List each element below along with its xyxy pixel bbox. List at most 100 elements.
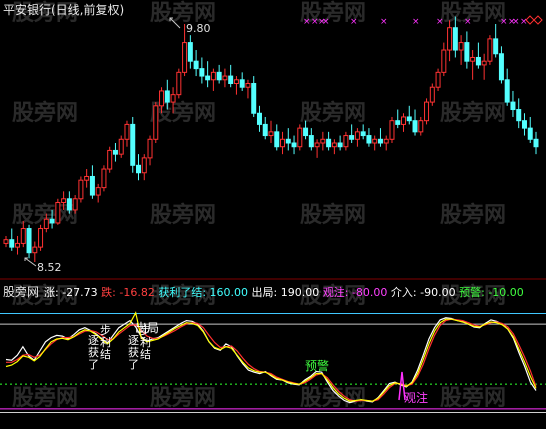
candle: [401, 113, 406, 132]
candle: [15, 235, 21, 255]
candle: [331, 139, 337, 155]
candle: [291, 135, 297, 155]
candle: [78, 176, 84, 203]
candle: [475, 42, 481, 69]
watch-marker-icon: ×: [436, 17, 444, 27]
watermark-text: 股旁网: [300, 202, 366, 228]
candle: [9, 228, 15, 251]
low-price-label: 8.52: [37, 261, 62, 274]
candle: [187, 35, 193, 69]
watermark-text: 股旁网: [12, 385, 78, 411]
candle: [95, 183, 101, 203]
indicator-item: 预警: -10.00: [456, 285, 524, 299]
indicator-item: 观注: -80.00: [319, 285, 387, 299]
high-price-label: 9.80: [186, 22, 211, 35]
candle: [377, 128, 383, 147]
candle: [326, 131, 332, 151]
indicator-item: 跌: -16.82: [98, 285, 155, 299]
watch-marker-icon: ×: [350, 17, 358, 27]
candle: [424, 98, 430, 125]
candle: [441, 42, 447, 77]
candle: [504, 68, 510, 106]
indicator-item: 出局: 190.00: [248, 285, 319, 299]
watermark-text: 股旁网: [300, 385, 366, 411]
watermark-text: 股旁网: [150, 202, 216, 228]
candle: [527, 116, 533, 143]
warning-annotation: 预警: [305, 358, 329, 373]
candle: [239, 72, 245, 91]
watermarks: 股旁网 股旁网 股旁网 股旁网股旁网 股旁网 股旁网 股旁网股旁网 股旁网 股旁网 股旁网股旁网股…: [12, 0, 506, 411]
candle: [216, 64, 222, 84]
candle: [262, 116, 268, 140]
candle: [268, 120, 274, 143]
candle: [233, 76, 239, 95]
candle: [66, 191, 72, 214]
indicator-values: 涨: -27.73 跌: -16.82 获利了结: 160.00 出局: 190…: [44, 285, 524, 299]
candle: [245, 79, 251, 99]
candle: [256, 105, 262, 132]
watch-annotation: 观注: [404, 390, 428, 405]
diamond-icon: [525, 15, 543, 25]
candle: [521, 113, 527, 136]
indicator-legend: 股旁网 涨: -27.73 跌: -16.82 获利了结: 160.00 出局:…: [3, 284, 524, 299]
watch-marker-icon: ×: [512, 17, 520, 27]
candle: [251, 76, 257, 117]
watch-marker-icon: ×: [303, 17, 311, 27]
candle: [406, 105, 412, 125]
candle: [354, 128, 360, 147]
price-panel: × × ×× × × × × × × ×× × 9.80 8.52 平安银行(日线,前复权): [3, 2, 543, 274]
candle: [38, 224, 44, 251]
candle: [360, 124, 366, 140]
candle: [141, 154, 147, 181]
candle: [280, 131, 286, 155]
candle: [210, 68, 216, 91]
watermark-text: 股旁网: [300, 100, 366, 126]
candle: [136, 154, 141, 181]
candle: [349, 124, 355, 143]
candle: [176, 68, 182, 99]
candle: [447, 20, 453, 62]
candle: [464, 31, 470, 69]
watermark-text: 股旁网: [440, 202, 506, 228]
candle: [84, 169, 90, 188]
candle: [285, 128, 291, 151]
exit-annotation: 出局: [135, 321, 159, 335]
watermark-text: 股旁网: [440, 385, 506, 411]
watch-marker-icon: ×: [520, 17, 528, 27]
candle: [193, 50, 199, 77]
watch-marker-icon: ×: [464, 17, 472, 27]
candle: [107, 146, 113, 173]
candle: [487, 35, 493, 65]
candle: [533, 131, 539, 155]
candle: [389, 116, 395, 143]
candle: [343, 131, 349, 151]
candle: [481, 53, 487, 80]
candle: [320, 131, 326, 151]
indicator-name: 股旁网: [3, 284, 39, 299]
low-price-marker: 8.52: [24, 257, 62, 274]
watch-marker-icon: ×: [380, 17, 388, 27]
watermark-text: 股旁网: [440, 100, 506, 126]
candle: [26, 224, 32, 259]
stock-chart: 股旁网 股旁网 股旁网 股旁网股旁网 股旁网 股旁网 股旁网股旁网 股旁网 股旁网 股旁网股旁网股…: [0, 0, 546, 413]
candle: [510, 90, 516, 117]
indicator-item: 介入: -90.00: [387, 286, 455, 299]
candle: [112, 143, 118, 162]
candle: [429, 83, 435, 106]
candle: [337, 135, 343, 151]
watch-marker-icon: ×: [500, 17, 508, 27]
indicator-item: 涨: -27.73: [44, 286, 98, 299]
candle: [435, 68, 441, 91]
candle: [101, 165, 107, 192]
candle: [228, 64, 234, 88]
candle: [55, 198, 61, 225]
watermark-text: 股旁网: [12, 100, 78, 126]
candle: [124, 120, 130, 147]
candle: [274, 124, 280, 151]
candle: [308, 128, 314, 151]
watch-marker-icon: ×: [412, 17, 420, 27]
candle: [366, 128, 372, 147]
candle: [3, 235, 9, 248]
candle: [412, 109, 418, 136]
candle: [118, 135, 124, 158]
